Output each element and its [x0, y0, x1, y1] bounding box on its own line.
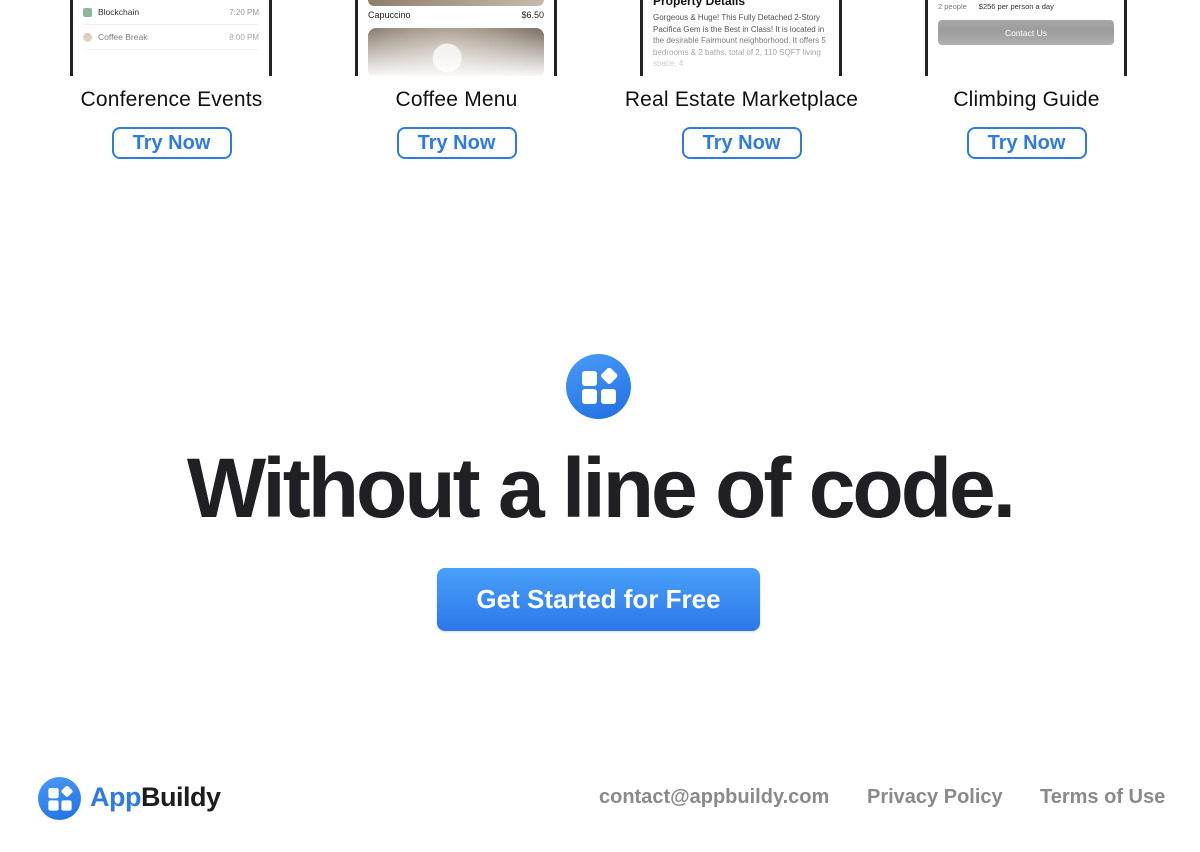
- try-now-button[interactable]: Try Now: [111, 127, 232, 159]
- template-card-conference: Blockchain 7:20 PM Coffee Break 8:00 PM …: [29, 0, 314, 170]
- blocks-logo-icon: [566, 354, 631, 419]
- contact-us-button: Contact Us: [938, 20, 1114, 45]
- card-title: Real Estate Marketplace: [624, 88, 859, 111]
- brand-name[interactable]: AppBuildy: [90, 782, 221, 813]
- coffee-image: [368, 28, 544, 76]
- card-title: Climbing Guide: [953, 88, 1100, 111]
- try-now-button[interactable]: Try Now: [681, 127, 802, 159]
- coffee-image: [368, 0, 544, 6]
- phone-preview: Capuccino $6.50: [355, 0, 557, 76]
- template-card-real-estate: Property Details Gorgeous & Huge! This F…: [599, 0, 884, 170]
- blocks-logo-icon[interactable]: [38, 777, 81, 820]
- phone-preview: Blockchain 7:20 PM Coffee Break 8:00 PM: [70, 0, 272, 76]
- template-card-coffee: Capuccino $6.50 Coffee Menu Try Now: [314, 0, 599, 170]
- phone-preview: 2 people $256 per person a day Contact U…: [925, 0, 1127, 76]
- contact-email-link[interactable]: contact@appbuildy.com: [599, 786, 829, 809]
- phone-preview: Property Details Gorgeous & Huge! This F…: [640, 0, 842, 76]
- card-title: Coffee Menu: [395, 88, 518, 111]
- card-title: Conference Events: [80, 88, 263, 111]
- list-item: Blockchain 7:20 PM: [83, 0, 259, 25]
- blockchain-icon: [83, 7, 92, 17]
- list-item: Coffee Break 8:00 PM: [83, 25, 259, 50]
- privacy-policy-link[interactable]: Privacy Policy: [867, 786, 1003, 809]
- try-now-button[interactable]: Try Now: [396, 127, 517, 159]
- get-started-button[interactable]: Get Started for Free: [437, 568, 760, 631]
- try-now-button[interactable]: Try Now: [966, 127, 1087, 159]
- hero-headline: Without a line of code.: [186, 441, 1016, 535]
- template-card-climbing: 2 people $256 per person a day Contact U…: [884, 0, 1169, 170]
- landing-page: Blockchain 7:20 PM Coffee Break 8:00 PM …: [0, 0, 1200, 852]
- terms-of-use-link[interactable]: Terms of Use: [1040, 786, 1165, 809]
- coffee-cup-icon: [83, 32, 92, 42]
